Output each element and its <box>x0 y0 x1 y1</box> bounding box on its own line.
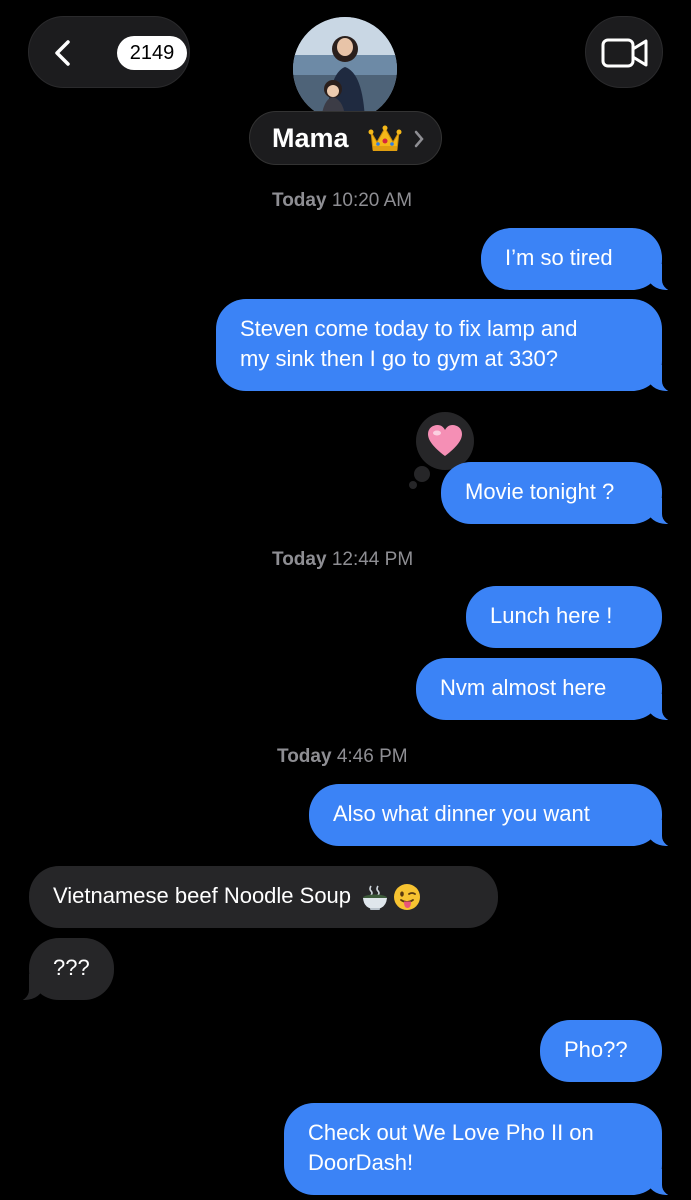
timestamp: Today 12:44 PM <box>272 549 414 570</box>
tapback-tail <box>414 466 430 482</box>
tapback-reaction[interactable] <box>416 412 474 470</box>
message-text-line: my sink then I go to gym at 330? <box>240 346 558 371</box>
avatar[interactable] <box>293 17 397 121</box>
back-button[interactable]: 2149 <box>28 16 190 88</box>
heart-icon <box>428 425 462 456</box>
tapback-tail <box>409 481 417 489</box>
message-bubble-sent[interactable]: Nvm almost here <box>416 658 688 722</box>
message-text: Vietnamese beef Noodle Soup <box>53 883 352 908</box>
timestamp: Today 4:46 PM <box>277 746 408 767</box>
video-camera-icon <box>601 38 648 68</box>
message-text: Nvm almost here <box>440 675 607 700</box>
contact-name: Mama <box>272 123 349 153</box>
chevron-right-icon <box>414 130 424 148</box>
message-bubble-received[interactable]: Vietnamese beef Noodle Soup <box>29 866 498 928</box>
avatar-photo <box>293 17 397 121</box>
message-bubble-sent[interactable]: Steven come today to fix lamp and my sin… <box>216 299 688 393</box>
message-text: Lunch here ! <box>490 603 613 628</box>
message-bubble-sent[interactable]: Movie tonight ? <box>441 462 688 526</box>
message-text: I’m so tired <box>505 245 613 270</box>
message-text-line: Steven come today to fix lamp and <box>240 316 578 341</box>
message-text-line: Check out We Love Pho II on <box>308 1120 594 1145</box>
message-text: Movie tonight ? <box>465 479 615 504</box>
face-with-tongue-icon <box>394 884 421 911</box>
message-bubble-sent[interactable]: Check out We Love Pho II on DoorDash! <box>284 1103 688 1197</box>
message-bubble-sent[interactable]: Pho?? <box>540 1020 662 1082</box>
crown-icon <box>368 125 402 151</box>
message-text-line: DoorDash! <box>308 1150 414 1175</box>
message-text: ??? <box>53 955 90 980</box>
message-bubble-sent[interactable]: I’m so tired <box>481 228 688 292</box>
message-text: Also what dinner you want <box>333 801 590 826</box>
message-bubble-sent[interactable]: Lunch here ! <box>466 586 662 648</box>
message-bubble-received[interactable]: ??? <box>3 938 114 1002</box>
chevron-left-icon <box>55 40 70 66</box>
message-bubble-sent[interactable]: Also what dinner you want <box>309 784 688 848</box>
timestamp: Today 10:20 AM <box>272 190 413 211</box>
video-call-button[interactable] <box>585 16 663 88</box>
unread-count-badge: 2149 <box>117 36 187 70</box>
message-text: Pho?? <box>564 1037 628 1062</box>
steaming-bowl-icon <box>363 885 388 911</box>
contact-name-button[interactable]: Mama <box>249 111 442 165</box>
